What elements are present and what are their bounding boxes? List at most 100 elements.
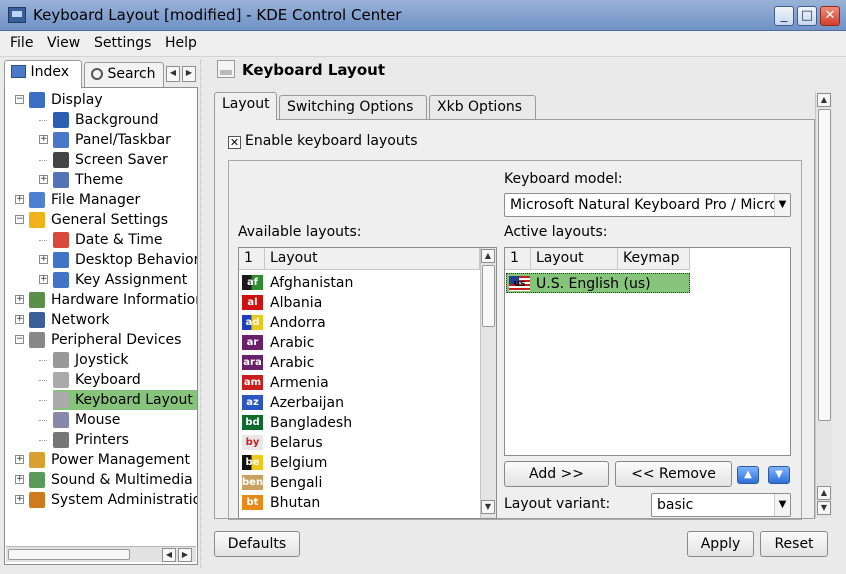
tree-expander[interactable]: + (39, 275, 48, 284)
tree-item[interactable]: File Manager (29, 190, 140, 210)
available-layout-row[interactable]: az Azerbaijan (239, 393, 479, 413)
menu-settings[interactable]: Settings (94, 35, 151, 51)
chevron-down-icon[interactable]: ▼ (774, 194, 790, 216)
tree-scroll-thumb[interactable] (8, 549, 130, 560)
available-layout-row[interactable]: be Belgium (239, 453, 479, 473)
tree-expander[interactable]: + (15, 475, 24, 484)
tree-item[interactable]: Keyboard Layout (53, 390, 197, 410)
defaults-button[interactable]: Defaults (214, 531, 300, 557)
tree-item[interactable]: Network (29, 310, 109, 330)
tree-item[interactable]: Joystick (53, 350, 128, 370)
maximize-button[interactable]: □ (797, 6, 817, 26)
available-layout-row[interactable]: ara Arabic (239, 353, 479, 373)
apply-button[interactable]: Apply (687, 531, 754, 557)
active-layouts-list[interactable]: 1 Layout Keymap us U.S. English (us) (504, 247, 791, 456)
available-layout-row[interactable]: bd Bangladesh (239, 413, 479, 433)
move-down-button[interactable]: ▼ (768, 466, 790, 484)
tree-expander[interactable]: − (15, 335, 24, 344)
title-bar[interactable]: Keyboard Layout [modified] - KDE Control… (0, 0, 846, 31)
tree-item[interactable]: Hardware Information (29, 290, 197, 310)
available-scroll-thumb[interactable] (482, 265, 495, 327)
tree-item[interactable]: Mouse (53, 410, 120, 430)
move-up-button[interactable]: ▲ (737, 466, 759, 484)
tree-item[interactable]: Power Management (29, 450, 190, 470)
tree-horizontal-scrollbar[interactable]: ◀ ▶ (6, 546, 196, 562)
tab-search[interactable]: Search (84, 62, 164, 88)
menu-view[interactable]: View (47, 35, 80, 51)
tree-item[interactable]: Peripheral Devices (29, 330, 181, 350)
available-col-layout[interactable]: Layout (265, 248, 480, 270)
tree-expander[interactable]: − (15, 215, 24, 224)
tab-scroll-right-button[interactable]: ▶ (182, 66, 196, 82)
tree-item[interactable]: Sound & Multimedia (29, 470, 193, 490)
available-vertical-scrollbar[interactable]: ▲ ▼ (480, 248, 496, 518)
available-scroll-down-button[interactable]: ▼ (481, 500, 495, 514)
tree-expander[interactable]: − (15, 95, 24, 104)
tree-connector (39, 400, 47, 401)
available-layout-row[interactable]: al Albania (239, 293, 479, 313)
module-tree[interactable]: − Display Background + Panel/Taskbar Screen S… (4, 87, 198, 565)
tab-xkb-options[interactable]: Xkb Options (429, 95, 536, 121)
enable-layouts-label[interactable]: Enable keyboard layouts (245, 133, 418, 149)
tree-item-label: Screen Saver (75, 152, 168, 168)
available-layout-row[interactable]: ad Andorra (239, 313, 479, 333)
available-layout-row[interactable]: ar Arabic (239, 333, 479, 353)
keyboard-model-select[interactable]: Microsoft Natural Keyboard Pro / Microso… (504, 193, 791, 217)
menu-help[interactable]: Help (165, 35, 197, 51)
available-layout-row[interactable]: ben Bengali (239, 473, 479, 493)
available-layout-row[interactable]: am Armenia (239, 373, 479, 393)
page-scroll-down-button[interactable]: ▼ (817, 501, 831, 515)
tree-item[interactable]: Screen Saver (53, 150, 168, 170)
layout-variant-select[interactable]: basic ▼ (651, 493, 791, 517)
panel-splitter[interactable] (200, 60, 206, 568)
chevron-down-icon[interactable]: ▼ (774, 494, 790, 516)
tree-item[interactable]: Background (53, 110, 159, 130)
tree-item[interactable]: Desktop Behavior (53, 250, 197, 270)
tree-expander[interactable]: + (15, 495, 24, 504)
active-col-keymap[interactable]: Keymap (618, 248, 690, 270)
tree-item[interactable]: Key Assignment (53, 270, 187, 290)
tree-scroll-left-button[interactable]: ◀ (162, 548, 176, 562)
flag-icon: ad (242, 315, 263, 330)
tree-item[interactable]: Printers (53, 430, 129, 450)
tree-expander[interactable]: + (15, 455, 24, 464)
available-layout-row[interactable]: by Belarus (239, 433, 479, 453)
remove-layout-button[interactable]: << Remove (615, 461, 732, 487)
add-layout-button[interactable]: Add >> (504, 461, 609, 487)
page-scroll-up-button[interactable]: ▲ (817, 93, 831, 107)
available-layout-row[interactable]: af Afghanistan (239, 273, 479, 293)
tree-item[interactable]: Panel/Taskbar (53, 130, 171, 150)
tree-expander[interactable]: + (39, 175, 48, 184)
active-col-index[interactable]: 1 (505, 248, 531, 270)
minimize-button[interactable]: _ (774, 6, 794, 26)
tree-item[interactable]: Theme (53, 170, 123, 190)
active-col-layout[interactable]: Layout (531, 248, 618, 270)
tree-item[interactable]: Date & Time (53, 230, 163, 250)
tree-item[interactable]: General Settings (29, 210, 168, 230)
tree-scroll-right-button[interactable]: ▶ (178, 548, 192, 562)
page-scroll-thumb[interactable] (818, 109, 831, 421)
reset-button[interactable]: Reset (760, 531, 828, 557)
menu-file[interactable]: File (10, 35, 33, 51)
tree-expander[interactable]: + (15, 295, 24, 304)
tab-scroll-left-button[interactable]: ◀ (166, 66, 180, 82)
available-scroll-up-button[interactable]: ▲ (481, 249, 495, 263)
tab-index[interactable]: Index (4, 60, 82, 88)
tree-expander[interactable]: + (15, 195, 24, 204)
tree-expander[interactable]: + (15, 315, 24, 324)
available-layouts-list[interactable]: 1 Layout ▲ ▼ af Afghanistan al Albania ad And… (238, 247, 497, 519)
available-col-index[interactable]: 1 (239, 248, 265, 270)
available-layout-row[interactable]: bt Bhutan (239, 493, 479, 513)
tree-item[interactable]: System Administration (29, 490, 197, 510)
page-scroll-up-button-2[interactable]: ▲ (817, 486, 831, 500)
tab-layout[interactable]: Layout (214, 92, 277, 120)
active-layout-row[interactable]: us U.S. English (us) (506, 273, 690, 293)
page-vertical-scrollbar[interactable]: ▲ ▲ ▼ (815, 92, 832, 518)
tab-switching-options[interactable]: Switching Options (279, 95, 427, 121)
tree-expander[interactable]: + (39, 255, 48, 264)
tree-item[interactable]: Keyboard (53, 370, 141, 390)
enable-layouts-checkbox[interactable]: ✕ (228, 136, 241, 149)
tree-item[interactable]: Display (29, 90, 103, 110)
close-button[interactable]: ✕ (820, 6, 840, 26)
tree-expander[interactable]: + (39, 135, 48, 144)
